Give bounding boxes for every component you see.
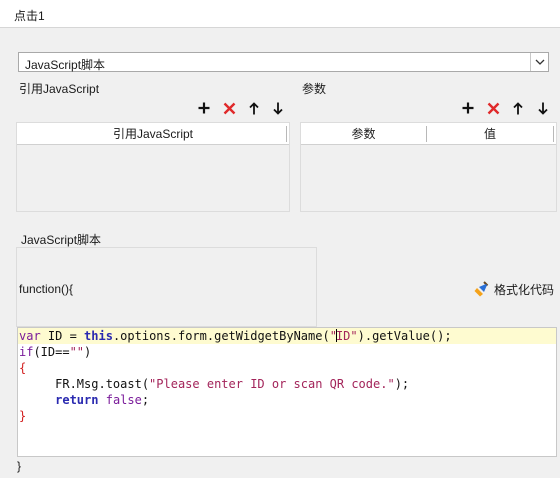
code-text: .options.form.getWidgetByName( — [112, 329, 330, 343]
code-text: ).getValue(); — [357, 329, 452, 343]
code-text: ) — [84, 345, 92, 359]
arrow-up-icon — [513, 101, 523, 114]
code-line-1: var ID = this.options.form.getWidgetByNa… — [18, 328, 556, 344]
brace-token: } — [19, 409, 27, 423]
text-caret — [335, 329, 337, 342]
ref-js-column-header[interactable]: 引用JavaScript — [17, 123, 289, 145]
arrow-down-icon — [273, 102, 283, 115]
delete-icon — [487, 102, 499, 114]
arrow-down-icon — [538, 102, 548, 115]
ref-move-up-button[interactable] — [244, 98, 264, 118]
string-token: "" — [69, 345, 85, 359]
code-text: ; — [141, 393, 150, 407]
code-text: ); — [394, 377, 410, 391]
ref-move-down-button[interactable] — [268, 98, 288, 118]
ref-js-table[interactable]: 引用JavaScript — [16, 122, 290, 212]
delete-icon — [223, 102, 235, 114]
code-line-6: } — [18, 408, 556, 424]
param-value-column-header[interactable]: 值 — [427, 123, 553, 145]
format-code-button[interactable]: 格式化代码 — [474, 280, 554, 298]
script-section-label: JavaScript脚本 — [21, 233, 102, 247]
param-name-column-header[interactable]: 参数 — [301, 123, 426, 145]
script-type-select[interactable]: JavaScript脚本 — [18, 52, 549, 72]
code-editor[interactable]: var ID = this.options.form.getWidgetByNa… — [17, 327, 557, 457]
function-header-box: function(){ — [16, 247, 317, 327]
params-table-header: 参数 值 — [301, 123, 556, 145]
dialog-titlebar: 点击1 — [0, 0, 560, 28]
code-line-3: { — [18, 360, 556, 376]
plus-icon — [198, 102, 210, 114]
chevron-down-icon[interactable] — [530, 53, 548, 71]
param-move-up-button[interactable] — [508, 98, 528, 118]
ref-delete-button[interactable] — [219, 98, 239, 118]
params-section-label: 参数 — [302, 82, 327, 96]
code-line-4: FR.Msg.toast("Please enter ID or scan QR… — [18, 376, 556, 392]
params-table[interactable]: 参数 值 — [300, 122, 557, 212]
code-text: ID = — [40, 329, 85, 343]
param-move-down-button[interactable] — [533, 98, 553, 118]
dialog-title: 点击1 — [14, 9, 45, 23]
format-code-label: 格式化代码 — [494, 282, 555, 297]
keyword-token: var — [19, 329, 41, 343]
column-divider[interactable] — [286, 126, 287, 142]
ref-js-section-label: 引用JavaScript — [19, 82, 100, 96]
plus-icon — [462, 102, 474, 114]
function-footer: } — [17, 459, 22, 473]
param-add-button[interactable] — [458, 98, 478, 118]
brace-token: { — [19, 361, 27, 375]
keyword-token: if — [19, 345, 34, 359]
code-line-5: return false; — [18, 392, 556, 408]
script-type-value: JavaScript脚本 — [25, 58, 106, 72]
arrow-up-icon — [249, 101, 259, 114]
column-divider[interactable] — [553, 126, 554, 142]
keyword-token: return — [55, 393, 99, 407]
code-text: FR.Msg.toast( — [19, 377, 150, 391]
ref-js-table-header: 引用JavaScript — [17, 123, 289, 145]
keyword-token: this — [84, 329, 113, 343]
function-header: function(){ — [19, 282, 74, 296]
string-token: "ID" — [329, 329, 358, 343]
keyword-token: false — [105, 393, 142, 407]
string-token: "Please enter ID or scan QR code." — [149, 377, 395, 391]
code-text: (ID== — [33, 345, 70, 359]
code-line-2: if(ID=="") — [18, 344, 556, 360]
param-delete-button[interactable] — [483, 98, 503, 118]
broom-icon — [474, 281, 489, 297]
ref-add-button[interactable] — [194, 98, 214, 118]
